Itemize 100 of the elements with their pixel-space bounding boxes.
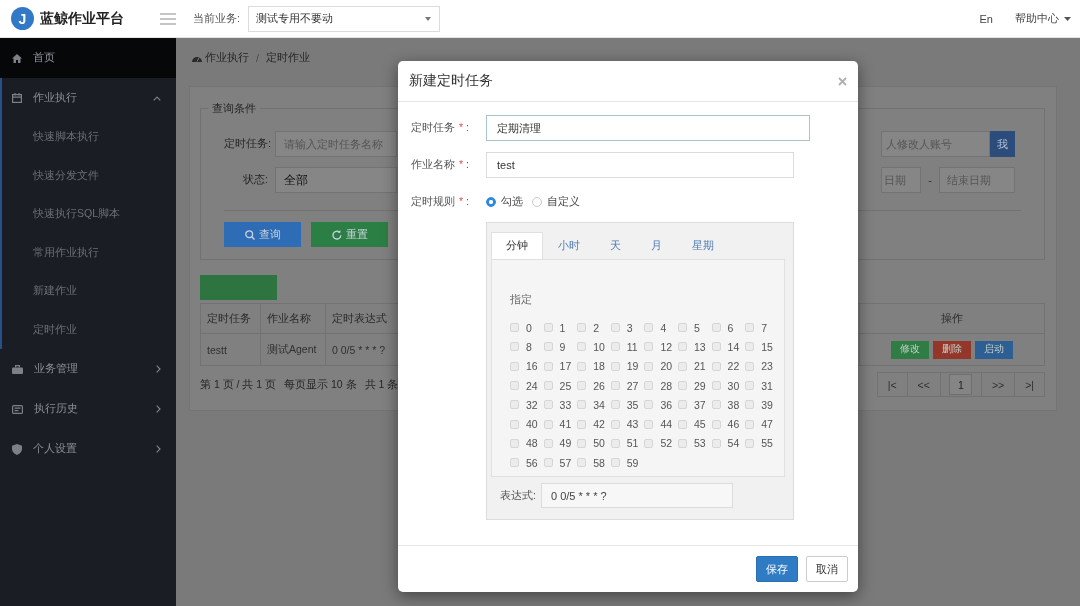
minute-option[interactable]: 21 (677, 356, 706, 376)
delete-button[interactable]: 删除 (933, 340, 971, 359)
minute-option[interactable]: 40 (510, 414, 538, 434)
checkbox-icon[interactable] (711, 419, 721, 429)
minute-option[interactable]: 23 (745, 356, 773, 376)
checkbox-icon[interactable] (677, 342, 687, 352)
checkbox-icon[interactable] (610, 438, 620, 448)
start-button[interactable]: 启动 (975, 340, 1013, 359)
checkbox-icon[interactable] (577, 458, 587, 468)
nav-item[interactable]: 作业执行 (2, 78, 176, 118)
checkbox-icon[interactable] (677, 419, 687, 429)
checkbox-icon[interactable] (510, 323, 519, 333)
cron-tab[interactable]: 天 (595, 232, 636, 259)
minute-option[interactable]: 1 (543, 318, 566, 338)
checkbox-icon[interactable] (677, 438, 687, 448)
minute-option[interactable]: 12 (644, 337, 673, 357)
nav-item[interactable]: 业务管理 (0, 349, 176, 389)
minute-option[interactable]: 39 (745, 395, 773, 415)
minute-option[interactable]: 19 (610, 356, 639, 376)
minute-option[interactable]: 35 (610, 395, 639, 415)
minute-option[interactable]: 3 (610, 318, 633, 338)
job-name-field[interactable]: test (486, 152, 794, 178)
checkbox-icon[interactable] (510, 438, 519, 448)
checkbox-icon[interactable] (745, 361, 755, 371)
checkbox-icon[interactable] (543, 361, 553, 371)
checkbox-icon[interactable] (510, 381, 519, 391)
minute-option[interactable]: 6 (711, 318, 734, 338)
checkbox-icon[interactable] (711, 342, 721, 352)
checkbox-icon[interactable] (644, 400, 654, 410)
checkbox-icon[interactable] (644, 323, 654, 333)
cron-tab[interactable]: 月 (636, 232, 677, 259)
minute-option[interactable]: 15 (745, 337, 773, 357)
checkbox-icon[interactable] (677, 400, 687, 410)
minute-option[interactable]: 43 (610, 414, 639, 434)
minute-option[interactable]: 4 (644, 318, 667, 338)
minute-option[interactable]: 41 (543, 414, 572, 434)
language-link[interactable]: En (979, 12, 993, 25)
minute-option[interactable]: 34 (577, 395, 605, 415)
minute-option[interactable]: 8 (510, 337, 532, 357)
checkbox-icon[interactable] (577, 342, 587, 352)
minute-option[interactable]: 26 (577, 375, 605, 396)
checkbox-icon[interactable] (543, 419, 553, 429)
minute-option[interactable]: 24 (510, 375, 538, 396)
checkbox-icon[interactable] (644, 438, 654, 448)
checkbox-icon[interactable] (577, 419, 587, 429)
checkbox-icon[interactable] (510, 458, 519, 468)
minute-option[interactable]: 17 (543, 356, 572, 376)
checkbox-icon[interactable] (510, 419, 519, 429)
minute-option[interactable]: 53 (677, 433, 706, 454)
checkbox-icon[interactable] (543, 438, 553, 448)
checkbox-icon[interactable] (577, 361, 587, 371)
checkbox-icon[interactable] (677, 361, 687, 371)
minute-option[interactable]: 28 (644, 375, 673, 396)
checkbox-icon[interactable] (577, 381, 587, 391)
task-field[interactable]: 定期清理 (486, 115, 810, 141)
action-button[interactable] (200, 275, 277, 300)
minute-option[interactable]: 58 (577, 453, 605, 473)
minute-option[interactable]: 14 (711, 337, 740, 357)
close-icon[interactable] (838, 76, 847, 86)
help-menu[interactable]: 帮助中心 (1015, 11, 1071, 26)
checkbox-icon[interactable] (644, 342, 654, 352)
breadcrumb-link[interactable]: 作业执行 (205, 51, 249, 65)
minute-option[interactable]: 30 (711, 375, 740, 396)
checkbox-icon[interactable] (711, 381, 721, 391)
minute-option[interactable]: 27 (610, 375, 639, 396)
me-button[interactable]: 我 (990, 131, 1015, 157)
expression-field[interactable]: 0 0/5 * * * ? (541, 483, 733, 508)
checkbox-icon[interactable] (677, 323, 687, 333)
checkbox-icon[interactable] (745, 438, 755, 448)
minute-option[interactable]: 25 (543, 375, 572, 396)
nav-item[interactable]: 执行历史 (0, 389, 176, 429)
nav-item[interactable]: 首页 (0, 38, 176, 78)
minute-option[interactable]: 36 (644, 395, 673, 415)
checkbox-icon[interactable] (745, 419, 755, 429)
checkbox-icon[interactable] (610, 342, 620, 352)
checkbox-icon[interactable] (543, 400, 553, 410)
minute-option[interactable]: 32 (510, 395, 538, 415)
minute-option[interactable]: 22 (711, 356, 740, 376)
checkbox-icon[interactable] (510, 400, 519, 410)
minute-option[interactable]: 54 (711, 433, 740, 454)
minute-option[interactable]: 20 (644, 356, 673, 376)
checkbox-icon[interactable] (610, 381, 620, 391)
minute-option[interactable]: 5 (677, 318, 700, 338)
status-select[interactable]: 全部 (275, 167, 397, 193)
checkbox-icon[interactable] (711, 400, 721, 410)
checkbox-icon[interactable] (644, 381, 654, 391)
minute-option[interactable]: 47 (745, 414, 773, 434)
checkbox-icon[interactable] (711, 323, 721, 333)
minute-option[interactable]: 33 (543, 395, 572, 415)
checkbox-icon[interactable] (644, 419, 654, 429)
minute-option[interactable]: 37 (677, 395, 706, 415)
radio-icon[interactable] (486, 197, 496, 207)
minute-option[interactable]: 59 (610, 453, 639, 473)
checkbox-icon[interactable] (577, 323, 587, 333)
minute-option[interactable]: 44 (644, 414, 673, 434)
checkbox-icon[interactable] (543, 342, 553, 352)
minute-option[interactable]: 10 (577, 337, 605, 357)
minute-option[interactable]: 9 (543, 337, 566, 357)
menu-icon[interactable] (160, 12, 176, 25)
minute-option[interactable]: 13 (677, 337, 706, 357)
